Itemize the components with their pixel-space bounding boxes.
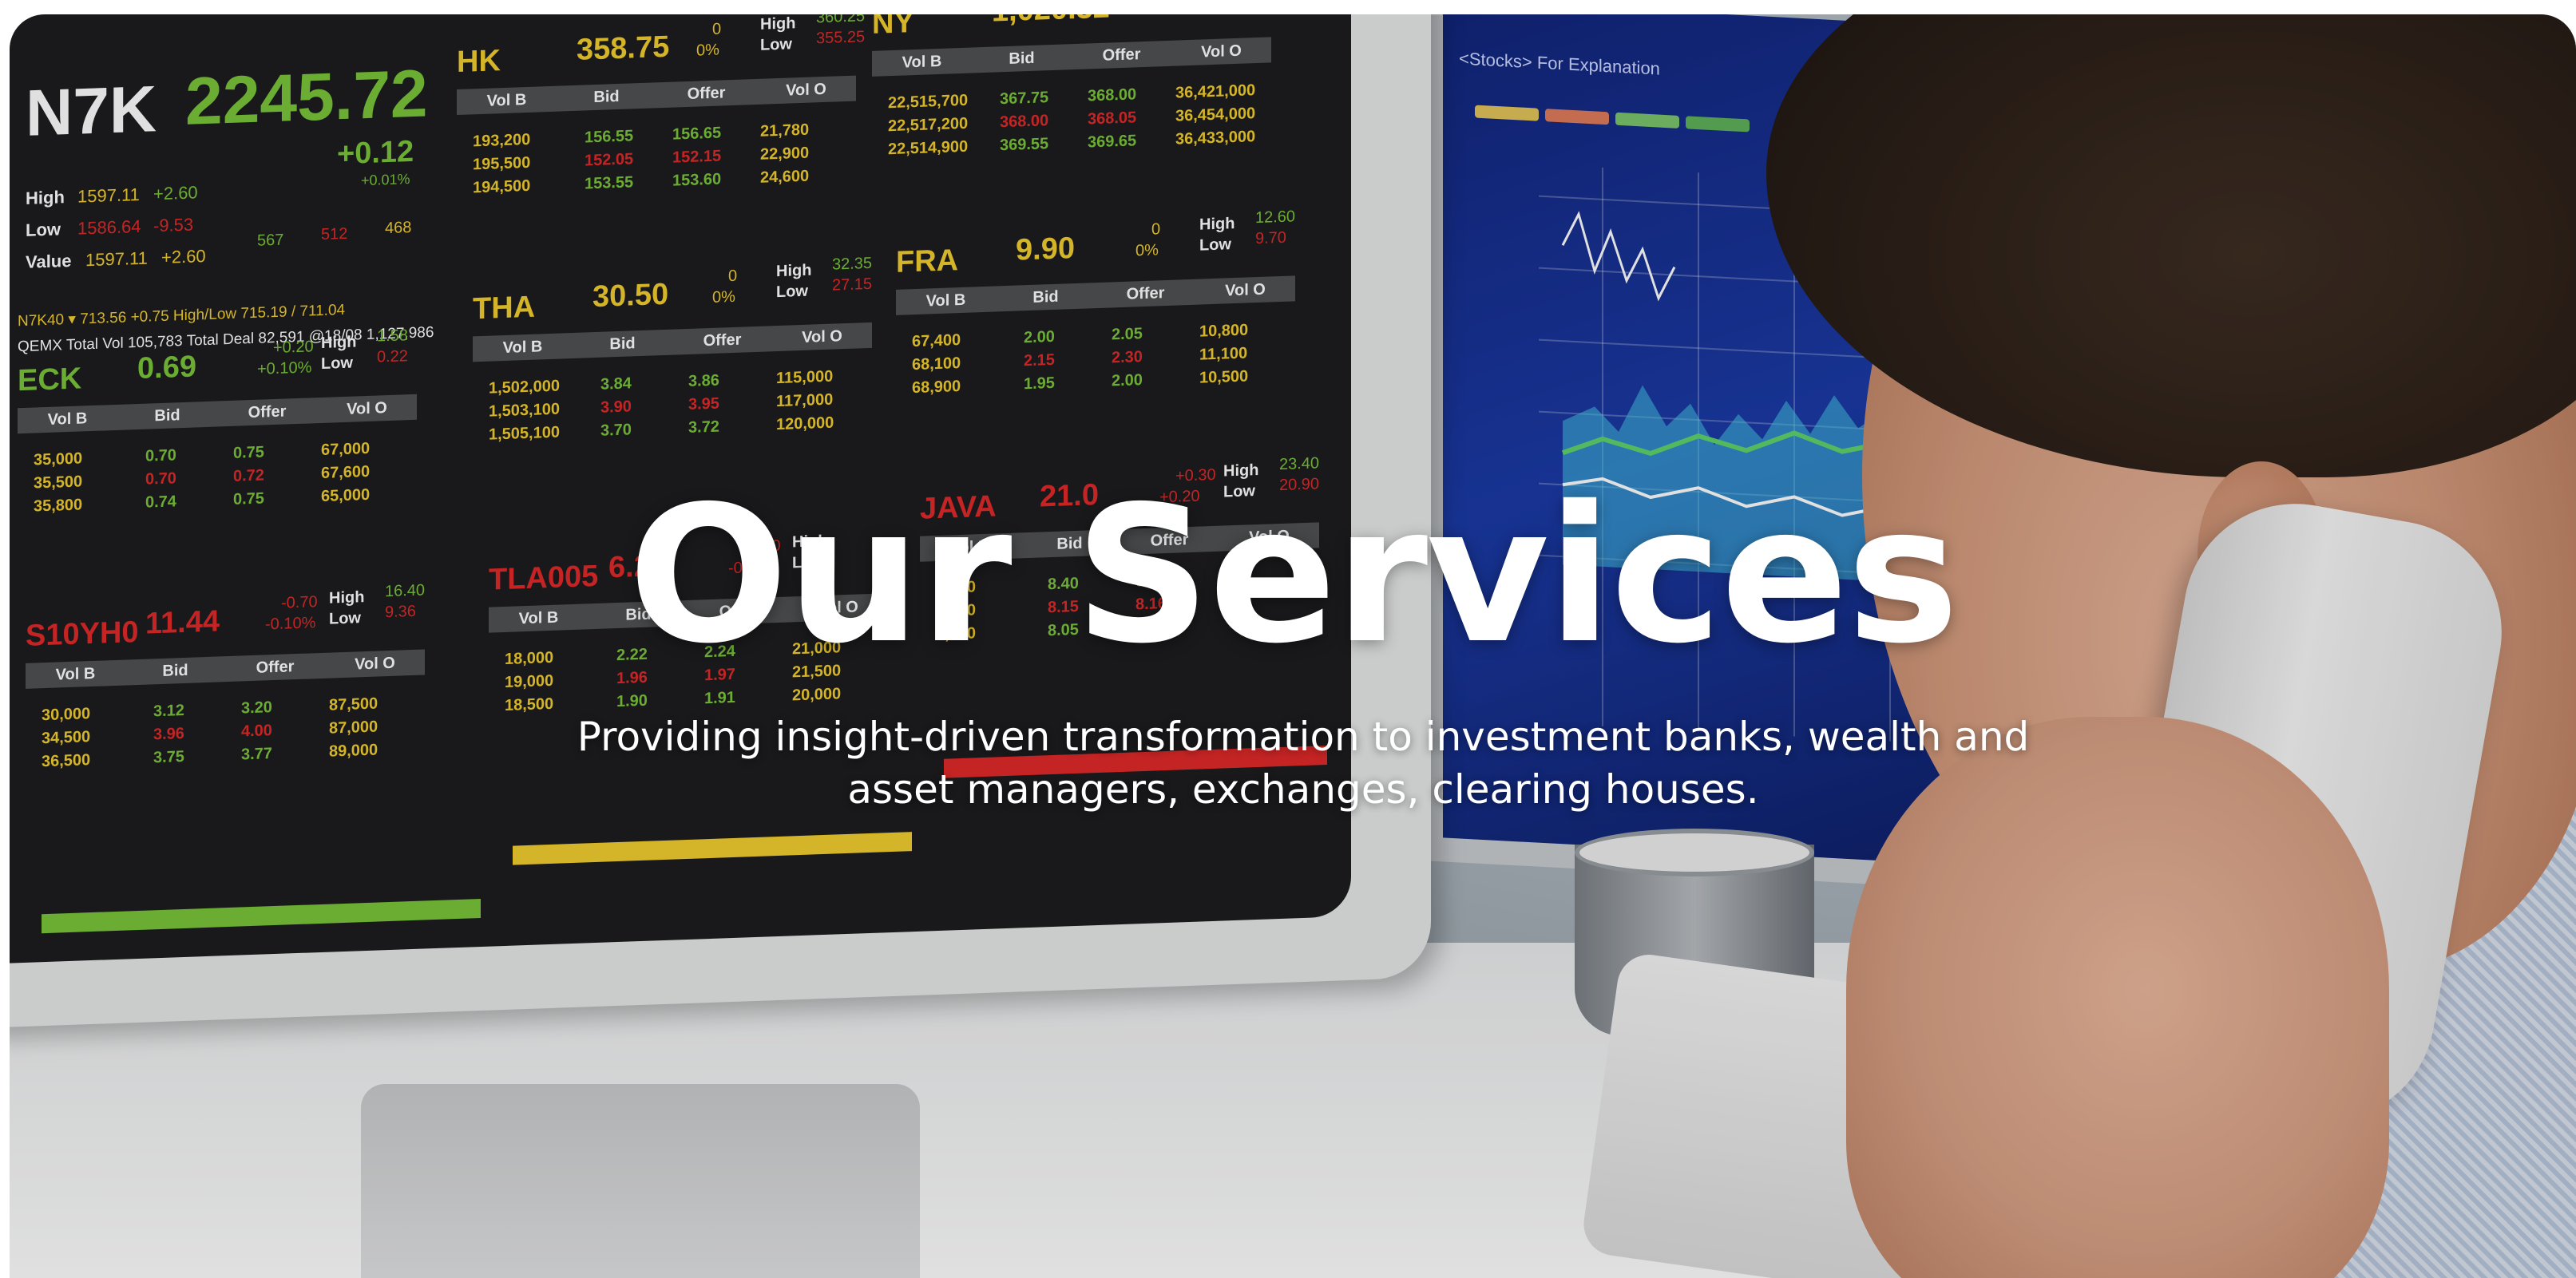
- hero-title: Our Services: [628, 465, 1960, 685]
- hero-banner: <Stocks> For Explanation N7K 2245.72 +0.…: [10, 14, 2576, 1278]
- hero-subtitle: Providing insight-driven transformation …: [577, 714, 2030, 813]
